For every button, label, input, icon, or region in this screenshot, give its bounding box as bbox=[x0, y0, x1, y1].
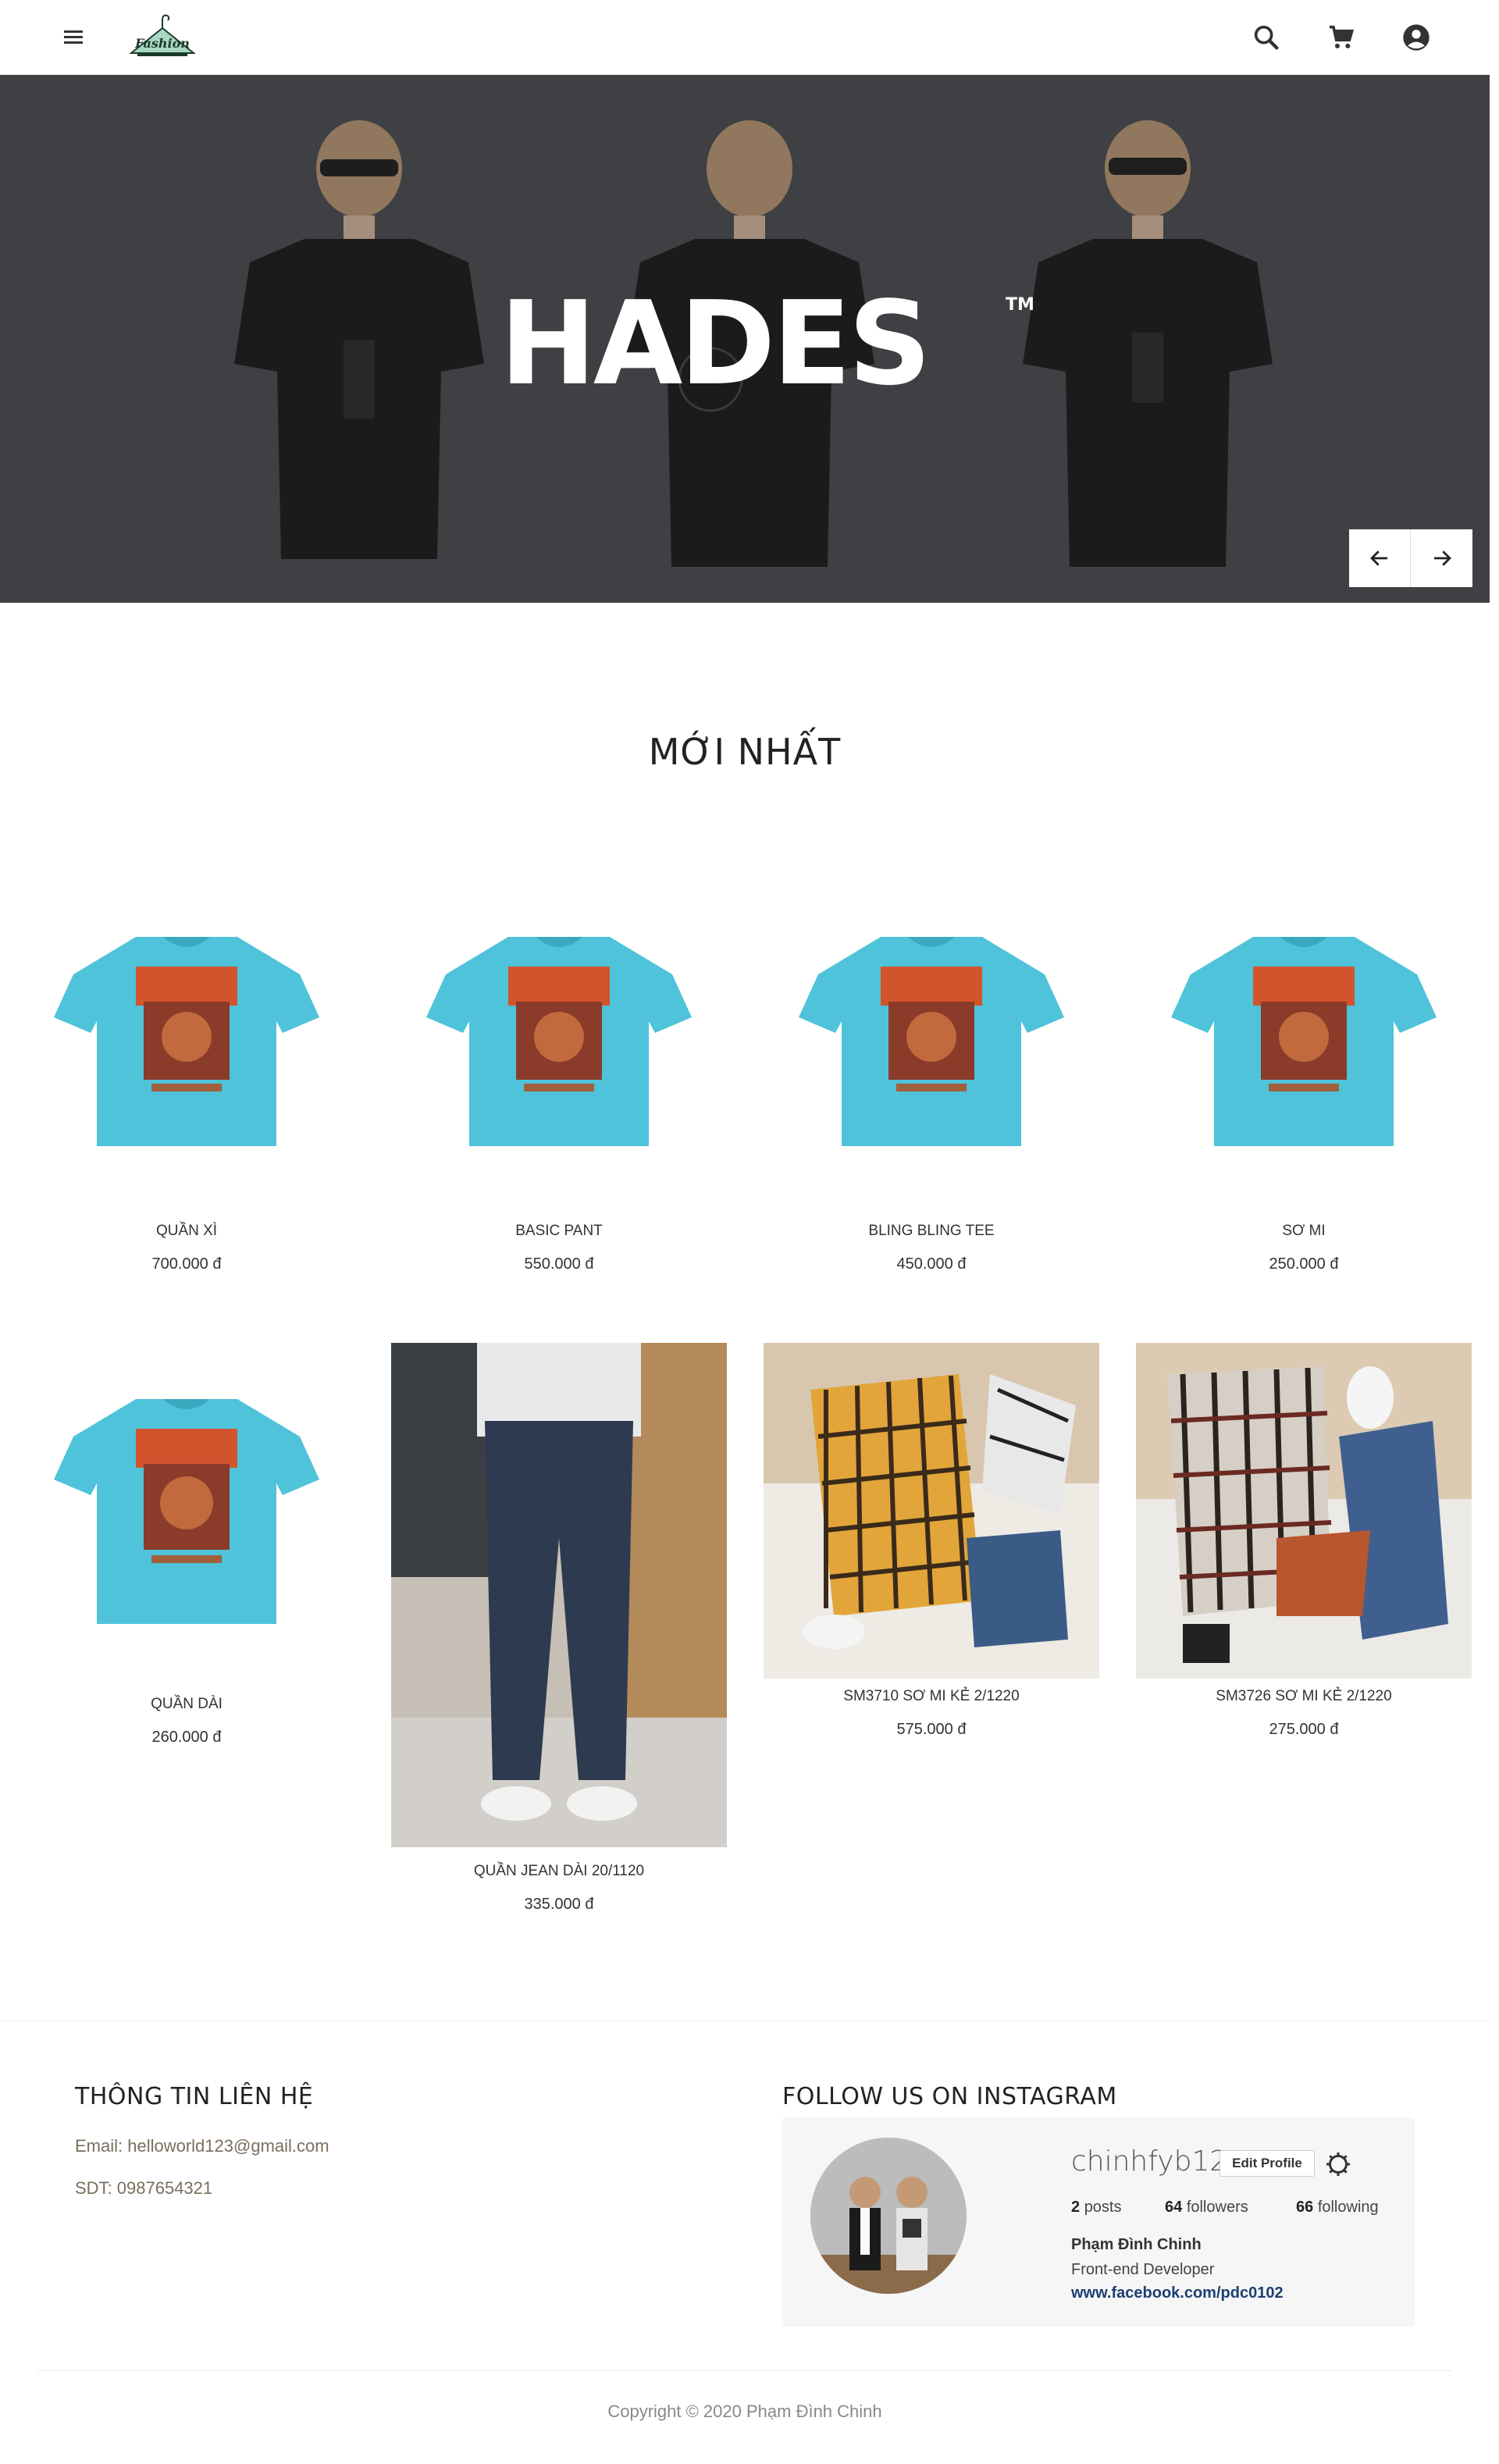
contact-title: THÔNG TIN LIÊN HỆ bbox=[75, 2083, 314, 2110]
arrow-right-icon[interactable] bbox=[1411, 529, 1472, 587]
account-icon[interactable] bbox=[1401, 22, 1432, 53]
product-image[interactable] bbox=[1136, 1343, 1472, 1679]
followers-stat[interactable]: 64 followers bbox=[1165, 2199, 1248, 2217]
gear-icon[interactable] bbox=[1324, 2150, 1352, 2178]
edit-profile-button[interactable]: Edit Profile bbox=[1219, 2150, 1315, 2177]
product-name[interactable]: SM3726 SƠ MI KẺ 2/1220 bbox=[1136, 1688, 1472, 1705]
product-image[interactable] bbox=[391, 1343, 727, 1847]
product-price: 335.000 đ bbox=[524, 1896, 594, 1913]
profile-name: Phạm Đình Chinh bbox=[1071, 2236, 1202, 2253]
hero-trademark: TM bbox=[1006, 295, 1034, 315]
profile-link[interactable]: www.facebook.com/pdc0102 bbox=[1071, 2284, 1284, 2302]
product-card[interactable]: QUẦN JEAN DÀI 20/1120 335.000 đ bbox=[391, 1343, 727, 1936]
product-name[interactable]: SM3710 SƠ MI KẺ 2/1220 bbox=[764, 1688, 1099, 1705]
site-header: Fashion bbox=[0, 0, 1490, 75]
arrow-left-icon[interactable] bbox=[1349, 529, 1411, 587]
instagram-card: chinhfyb12 Edit Profile 2 posts 64 follo… bbox=[782, 2117, 1415, 2327]
product-image[interactable] bbox=[764, 1343, 1099, 1679]
product-name[interactable]: QUẦN JEAN DÀI 20/1120 bbox=[391, 1863, 727, 1880]
product-price: 550.000 đ bbox=[524, 1255, 594, 1273]
product-name[interactable]: QUẦN XÌ bbox=[19, 1223, 354, 1240]
product-name[interactable]: SƠ MI bbox=[1136, 1223, 1472, 1240]
logo-text: Fashion bbox=[135, 36, 190, 51]
product-price: 575.000 đ bbox=[896, 1721, 967, 1738]
following-stat[interactable]: 66 following bbox=[1296, 2199, 1379, 2217]
profile-role: Front-end Developer bbox=[1071, 2261, 1215, 2278]
posts-label: posts bbox=[1084, 2199, 1122, 2216]
bottom-divider bbox=[37, 2370, 1452, 2371]
product-image[interactable] bbox=[391, 888, 727, 1201]
product-price: 700.000 đ bbox=[151, 1255, 222, 1273]
hero-brand-title: HADES bbox=[500, 276, 931, 411]
product-image[interactable] bbox=[1136, 888, 1472, 1201]
hero-nav bbox=[1349, 529, 1472, 587]
section-title: MỚI NHẤT bbox=[648, 731, 842, 773]
posts-stat: 2 posts bbox=[1071, 2199, 1122, 2217]
followers-count: 64 bbox=[1165, 2199, 1183, 2216]
hero-banner: HADES TM bbox=[0, 75, 1490, 603]
product-card[interactable]: SƠ MI 250.000 đ bbox=[1136, 888, 1472, 1294]
product-image[interactable] bbox=[19, 1351, 354, 1686]
product-price: 250.000 đ bbox=[1269, 1255, 1339, 1273]
product-card[interactable]: SM3726 SƠ MI KẺ 2/1220 275.000 đ bbox=[1136, 1343, 1472, 1764]
product-price: 260.000 đ bbox=[151, 1729, 222, 1746]
instagram-title: FOLLOW US ON INSTAGRAM bbox=[782, 2083, 1117, 2110]
following-count: 66 bbox=[1296, 2199, 1314, 2216]
followers-label: followers bbox=[1186, 2199, 1248, 2216]
product-price: 275.000 đ bbox=[1269, 1721, 1339, 1738]
avatar[interactable] bbox=[810, 2138, 967, 2294]
posts-count: 2 bbox=[1071, 2199, 1081, 2216]
search-icon[interactable] bbox=[1251, 22, 1282, 53]
product-name[interactable]: QUẦN DÀI bbox=[19, 1696, 354, 1713]
logo[interactable]: Fashion bbox=[123, 8, 201, 67]
menu-icon[interactable] bbox=[59, 23, 87, 52]
product-card[interactable]: BLING BLING TEE 450.000 đ bbox=[764, 888, 1099, 1294]
product-card[interactable]: QUẦN XÌ 700.000 đ bbox=[19, 888, 354, 1294]
product-price: 450.000 đ bbox=[896, 1255, 967, 1273]
instagram-username[interactable]: chinhfyb12 bbox=[1071, 2145, 1227, 2177]
product-image[interactable] bbox=[764, 888, 1099, 1201]
product-card[interactable]: BASIC PANT 550.000 đ bbox=[391, 888, 727, 1294]
product-name[interactable]: BLING BLING TEE bbox=[764, 1223, 1099, 1240]
copyright-text: Copyright © 2020 Phạm Đình Chinh bbox=[607, 2402, 882, 2421]
product-card[interactable]: QUẦN DÀI 260.000 đ bbox=[19, 1351, 354, 1772]
product-name[interactable]: BASIC PANT bbox=[391, 1223, 727, 1240]
cart-icon[interactable] bbox=[1326, 22, 1357, 53]
contact-phone[interactable]: SDT: 0987654321 bbox=[75, 2178, 212, 2199]
product-image[interactable] bbox=[19, 888, 354, 1201]
contact-email[interactable]: Email: helloworld123@gmail.com bbox=[75, 2136, 329, 2156]
product-card[interactable]: SM3710 SƠ MI KẺ 2/1220 575.000 đ bbox=[764, 1343, 1099, 1764]
following-label: following bbox=[1317, 2199, 1379, 2216]
